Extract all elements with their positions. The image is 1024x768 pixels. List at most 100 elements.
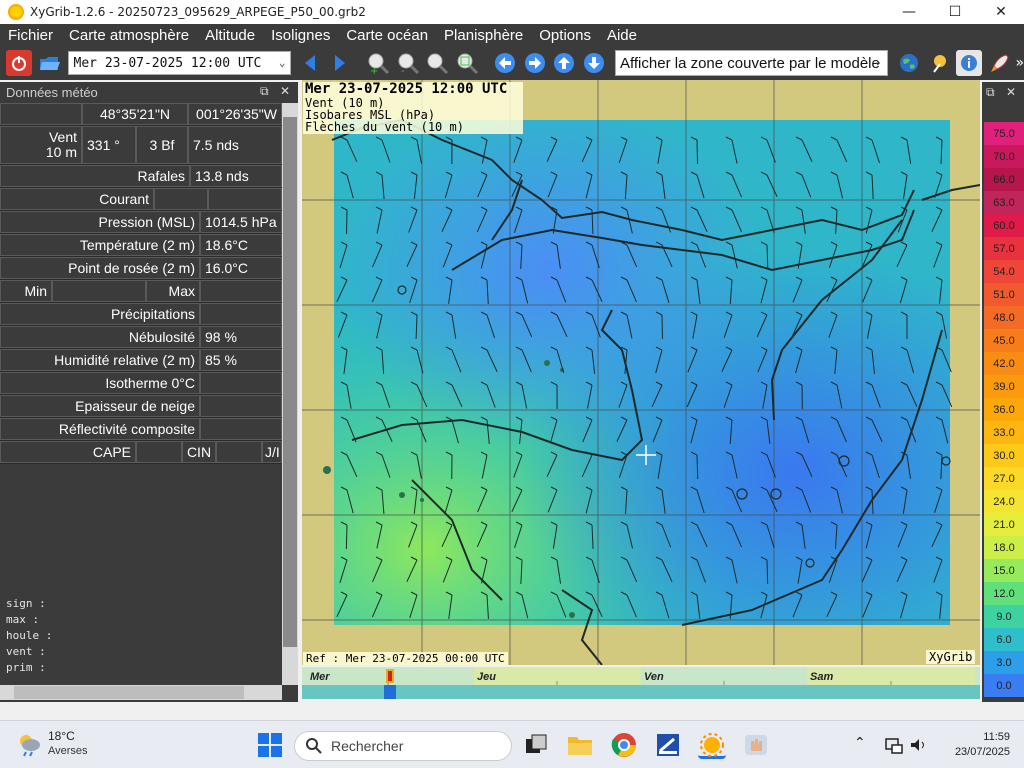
color-scale-step: 66.0 <box>984 168 1024 191</box>
scrollbar-thumb[interactable] <box>283 117 297 647</box>
zone-select-value: Afficher la zone couverte par le modèle <box>619 54 880 72</box>
color-scale-step: 45.0 <box>984 329 1024 352</box>
map-reference-date: Ref : Mer 23-07-2025 00:00 UTC <box>303 652 508 665</box>
info-icon <box>960 55 977 71</box>
color-scale-step: 0.0 <box>984 674 1024 697</box>
weather-map[interactable] <box>302 80 980 665</box>
taskbar-weather-widget[interactable]: 18°C Averses <box>16 729 88 759</box>
color-scale-step: 27.0 <box>984 467 1024 490</box>
panel-horizontal-scrollbar[interactable] <box>0 685 282 700</box>
close-panel-icon[interactable]: ✕ <box>1006 85 1016 99</box>
taskbar-app[interactable] <box>654 731 682 759</box>
close-button[interactable]: ✕ <box>978 0 1024 24</box>
volume-icon[interactable] <box>908 735 928 755</box>
menu-fichier[interactable]: Fichier <box>0 27 61 44</box>
map-legend-date: Mer 23-07-2025 12:00 UTC <box>305 81 508 97</box>
taskbar-clock[interactable]: 11:59 23/07/2025 <box>940 730 1010 760</box>
folder-open-icon <box>39 57 60 70</box>
zoom-area-button[interactable] <box>424 50 450 76</box>
menu-isolignes[interactable]: Isolignes <box>263 27 338 44</box>
open-file-button[interactable] <box>36 50 62 76</box>
menu-carte-ocean[interactable]: Carte océan <box>338 27 436 44</box>
pan-down-button[interactable] <box>581 50 607 76</box>
minimize-button[interactable]: — <box>886 0 932 24</box>
gust-label: Rafales <box>0 165 190 187</box>
arrow-left-icon <box>305 55 316 71</box>
menu-carte-atmosphere[interactable]: Carte atmosphère <box>61 27 197 44</box>
svg-text:-: - <box>401 66 405 75</box>
cloud-cover-label: Nébulosité <box>0 326 200 348</box>
weather-data-panel: Données météo ⧉ ✕ 48°35'21"N 001°26'35"W… <box>0 82 298 702</box>
windows-taskbar: 18°C Averses Rechercher ⌃ 11:59 23/07/20… <box>0 720 1024 768</box>
rocket-button[interactable] <box>986 50 1012 76</box>
close-panel-icon[interactable]: ✕ <box>280 84 290 98</box>
current-label: Courant <box>0 188 154 210</box>
chevron-up-icon[interactable]: ⌃ <box>854 735 866 751</box>
zoom-out-button[interactable]: - <box>395 50 421 76</box>
color-scale-step: 15.0 <box>984 559 1024 582</box>
quit-button[interactable] <box>6 50 32 76</box>
float-panel-icon[interactable]: ⧉ <box>260 84 269 99</box>
network-icon[interactable] <box>884 735 904 755</box>
taskbar-chrome[interactable] <box>610 731 638 759</box>
previous-date-button[interactable] <box>297 50 323 76</box>
app-icon <box>657 734 679 756</box>
menu-planisphere[interactable]: Planisphère <box>436 27 531 44</box>
humidity-value: 85 % <box>200 349 282 371</box>
taskbar-search[interactable]: Rechercher <box>294 731 512 761</box>
arrow-right-icon <box>335 55 346 71</box>
next-date-button[interactable] <box>327 50 353 76</box>
menu-altitude[interactable]: Altitude <box>197 27 263 44</box>
date-select-value: Mer 23-07-2025 12:00 UTC <box>73 55 262 71</box>
maximize-button[interactable]: ☐ <box>932 0 978 24</box>
color-scale-step: 48.0 <box>984 306 1024 329</box>
timeline-canvas[interactable]: Mer Jeu Ven Sam <box>302 667 980 699</box>
cin-label: CIN <box>182 441 216 463</box>
pan-left-button[interactable] <box>492 50 518 76</box>
taskbar-explorer[interactable] <box>566 731 594 759</box>
info-button[interactable] <box>956 50 982 76</box>
cape-label: CAPE <box>0 441 136 463</box>
scrollbar-thumb[interactable] <box>14 686 244 699</box>
zoom-fit-icon <box>457 53 479 75</box>
temperature-value: 18.6°C <box>200 234 282 256</box>
clock-time: 11:59 <box>983 731 1010 743</box>
map-legend-arrows: Flèches du vent (10 m) <box>305 120 464 134</box>
snow-depth-row: Epaisseur de neige <box>0 395 282 418</box>
clock-date: 23/07/2025 <box>954 746 1010 758</box>
menu-aide[interactable]: Aide <box>599 27 645 44</box>
zoom-in-button[interactable]: + <box>365 50 391 76</box>
pan-up-button[interactable] <box>551 50 577 76</box>
zoom-all-button[interactable] <box>454 50 480 76</box>
taskbar-task-view[interactable] <box>522 731 550 759</box>
float-panel-icon[interactable]: ⧉ <box>986 85 995 100</box>
date-select[interactable]: Mer 23-07-2025 12:00 UTC ⌄ <box>67 51 292 75</box>
color-scale-step: 33.0 <box>984 421 1024 444</box>
station-button[interactable] <box>926 50 952 76</box>
map-legend: Mer 23-07-2025 12:00 UTC Vent (10 m) Iso… <box>303 82 523 134</box>
map-canvas[interactable] <box>302 80 980 665</box>
chevron-down-icon: ⌄ <box>873 56 883 68</box>
timeline-bar[interactable]: Mer Jeu Ven Sam <box>302 667 980 699</box>
folder-icon <box>568 737 592 755</box>
zoom-area-icon <box>427 53 449 75</box>
toolbar-overflow-icon[interactable]: » <box>1016 55 1024 71</box>
pan-right-button[interactable] <box>522 50 548 76</box>
panel-vertical-scrollbar[interactable] <box>282 103 298 685</box>
chevron-down-icon: ⌄ <box>278 56 286 69</box>
menu-options[interactable]: Options <box>531 27 599 44</box>
zoom-in-icon: + <box>368 53 389 75</box>
color-scale-step: 70.0 <box>984 145 1024 168</box>
timeline-slider-handle[interactable] <box>384 685 396 699</box>
gust-value: 13.8 nds <box>190 165 282 187</box>
globe-button[interactable] <box>896 50 922 76</box>
start-button[interactable] <box>256 731 284 759</box>
weather-description: Averses <box>48 745 88 757</box>
taskbar-app-2[interactable] <box>742 731 770 759</box>
taskbar-xygrib[interactable] <box>698 731 726 759</box>
color-scale-step: 21.0 <box>984 513 1024 536</box>
zone-select[interactable]: Afficher la zone couverte par le modèle … <box>614 50 889 76</box>
isotherm-row: Isotherme 0°C <box>0 372 282 395</box>
snow-depth-label: Epaisseur de neige <box>0 395 200 417</box>
task-view-icon <box>526 734 547 753</box>
